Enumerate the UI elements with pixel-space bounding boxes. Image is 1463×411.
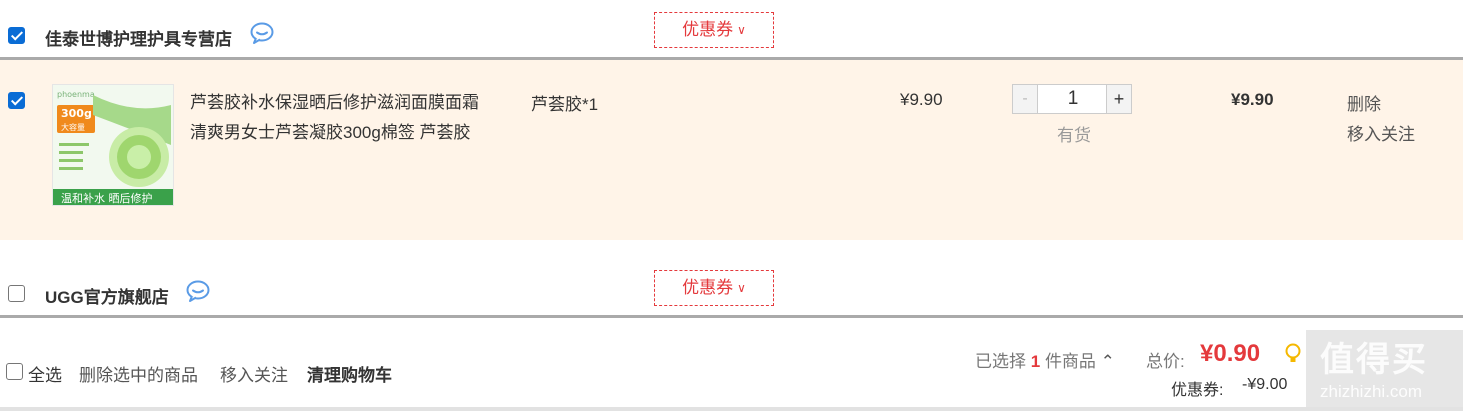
move-to-favorites-link[interactable]: 移入关注: [1347, 120, 1415, 145]
thumb-brand: phoenma: [57, 90, 95, 99]
total-price: ¥0.90: [1200, 340, 1261, 367]
coupon-discount-value: -¥9.00: [1242, 376, 1288, 393]
coupon-discount-label: 优惠券:: [1171, 382, 1224, 399]
watermark-url: zhizhizhi.com: [1320, 382, 1423, 401]
cart-item-row: [0, 60, 1463, 240]
item-subtotal: ¥9.90: [1231, 90, 1274, 109]
coupon-label: 优惠券: [682, 20, 734, 39]
thumb-badge-top: 300g: [61, 107, 92, 120]
product-title-link[interactable]: 芦荟胶补水保湿晒后修护滋润面膜面霜 清爽男女士芦荟凝胶300g棉签 芦荟胶: [190, 88, 510, 148]
chevron-up-icon: ⌃: [1100, 352, 1115, 371]
thumb-banner: 温和补水 晒后修护: [61, 191, 153, 205]
selected-suffix: 件商品: [1044, 352, 1096, 371]
store-1-coupon-button[interactable]: 优惠券 ∨: [654, 12, 774, 48]
quantity-decrease-button[interactable]: -: [1013, 85, 1038, 113]
total-label: 总价:: [1146, 352, 1185, 371]
delete-item-link[interactable]: 删除: [1347, 90, 1381, 115]
product-image: phoenma 300g 大容量 温和补水 晒后修护: [53, 85, 173, 205]
quantity-increase-button[interactable]: +: [1106, 85, 1131, 113]
chat-icon[interactable]: [250, 22, 274, 44]
store-2-coupon-button[interactable]: 优惠券 ∨: [654, 270, 774, 306]
clear-cart-link[interactable]: 清理购物车: [307, 361, 392, 386]
delete-selected-link[interactable]: 删除选中的商品: [79, 361, 198, 386]
coupon-label: 优惠券: [682, 278, 734, 297]
site-watermark: 值得买 zhizhizhi.com: [1306, 330, 1463, 411]
stock-status: 有货: [1057, 126, 1091, 145]
store-header-2: UGG官方旗舰店 优惠券 ∨: [0, 258, 1463, 318]
select-all-checkbox[interactable]: [6, 363, 23, 380]
footer-bottom-border: [0, 407, 1463, 411]
chat-icon[interactable]: [186, 280, 210, 302]
product-title-line-1: 芦荟胶补水保湿晒后修护滋润面膜面霜: [190, 93, 479, 112]
store-2-checkbox[interactable]: [8, 285, 25, 302]
cart-footer-bar: 全选 删除选中的商品 移入关注 清理购物车 已选择 1 件商品 ⌃ 总价: ¥0…: [0, 330, 1463, 408]
unit-price: ¥9.90: [900, 90, 943, 109]
thumb-badge-bottom: 大容量: [61, 122, 85, 132]
store-1-checkbox[interactable]: [8, 27, 25, 44]
move-selected-to-favorites-link[interactable]: 移入关注: [220, 361, 288, 386]
selected-count-toggle[interactable]: 已选择 1 件商品 ⌃: [975, 347, 1115, 372]
chevron-down-icon: ∨: [737, 23, 746, 37]
product-thumbnail[interactable]: phoenma 300g 大容量 温和补水 晒后修护: [52, 84, 174, 206]
product-spec: 芦荟胶*1: [531, 95, 599, 114]
product-title-line-2: 清爽男女士芦荟凝胶300g棉签 芦荟胶: [190, 123, 471, 142]
store-divider: [0, 315, 1463, 318]
watermark-title: 值得买: [1320, 341, 1428, 379]
quantity-input[interactable]: 1: [1038, 85, 1108, 113]
select-all-label[interactable]: 全选: [28, 361, 62, 386]
store-header-1: 佳泰世博护理护具专营店 优惠券 ∨: [0, 0, 1463, 60]
store-1-name[interactable]: 佳泰世博护理护具专营店: [45, 25, 232, 50]
chevron-down-icon: ∨: [737, 281, 746, 295]
lightbulb-icon[interactable]: [1284, 343, 1302, 367]
selected-count: 1: [1030, 352, 1041, 371]
store-2-name[interactable]: UGG官方旗舰店: [45, 283, 169, 308]
quantity-stepper: - 1 +: [1012, 84, 1132, 114]
selected-prefix: 已选择: [975, 352, 1026, 371]
item-checkbox[interactable]: [8, 92, 25, 109]
